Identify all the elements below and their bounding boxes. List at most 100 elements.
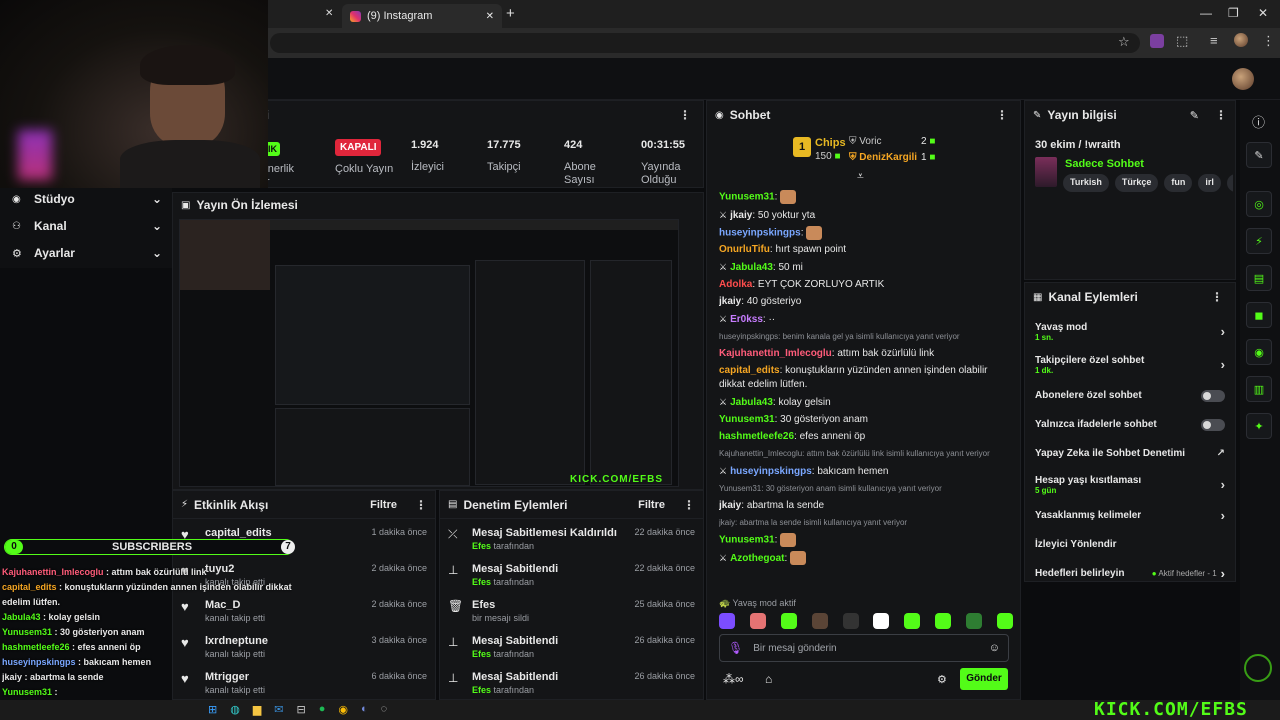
leaderboard-expand-icon[interactable]: ⩡ [857, 169, 864, 184]
stream-info-menu-icon[interactable]: ⋮ [1215, 108, 1227, 122]
store-icon[interactable]: ⊟ [297, 703, 306, 716]
emote-icon[interactable] [780, 613, 797, 629]
chat-message[interactable]: Yunusem31: 30 gösteriyon anam [719, 413, 1013, 427]
chat-username[interactable]: OnurluTifu [719, 244, 770, 255]
moderation-item[interactable]: ⊥ Mesaj Sabitlendi Efes tarafından 26 dakik… [440, 667, 703, 703]
chat-username[interactable]: Jabula43 [730, 262, 773, 273]
chat-menu-icon[interactable]: ⋮ [996, 108, 1008, 122]
channel-action[interactable]: Yasaklanmış kelimeler › [1025, 501, 1235, 530]
chat-message[interactable]: ⚔ Jabula43: 50 mi [719, 260, 1013, 275]
lightning-icon[interactable]: ⚡ [1246, 228, 1272, 254]
channel-action[interactable]: Yalnızca ifadelerle sohbet [1025, 410, 1235, 439]
chat-message[interactable]: ⚔ Azothegoat: [719, 551, 1013, 566]
gift-icon[interactable]: ⌂ [765, 672, 772, 686]
emoji-icon[interactable]: ☺ [989, 642, 1000, 654]
discord-icon[interactable]: ◐ [361, 703, 368, 716]
emote-icon[interactable] [749, 613, 766, 629]
tab-close-icon[interactable]: ✕ [325, 8, 333, 19]
file-explorer-icon[interactable]: ▆ [253, 703, 261, 716]
nav-settings[interactable]: ⚙ Ayarlar ⌄ [12, 246, 162, 260]
moderation-item[interactable]: ⤫ Mesaj Sabitlemesi Kaldırıldı Efes tarafı… [440, 523, 703, 559]
channel-action[interactable]: Hedefleri belirleyin ● Aktif hedefler - 1… [1025, 559, 1235, 588]
chat-message[interactable]: capital_edits: konuştukların yüzünden an… [719, 364, 1013, 392]
chat-username[interactable]: Azothegoat [730, 553, 784, 564]
clipboard-icon[interactable]: ▤ [1246, 265, 1272, 291]
emote-icon[interactable] [811, 613, 828, 629]
pencil-icon[interactable]: ✎ [1246, 142, 1272, 168]
nav-studio[interactable]: ◉ Stüdyo ⌄ [12, 192, 162, 206]
category-thumbnail[interactable] [1035, 157, 1057, 187]
windows-start-icon[interactable]: ⊞ [208, 703, 217, 716]
extensions-puzzle-icon[interactable]: ⬚ [1176, 33, 1188, 49]
channel-action[interactable]: Hesap yaşı kısıtlaması 5 gün › [1025, 468, 1235, 501]
chat-username[interactable]: Er0kss [730, 314, 763, 325]
moderation-menu-icon[interactable]: ⋮ [683, 498, 695, 512]
outlook-icon[interactable]: ✉ [274, 703, 283, 716]
chat-message[interactable]: OnurluTifu: hırt spawn point [719, 243, 1013, 257]
activity-menu-icon[interactable]: ⋮ [415, 498, 427, 512]
chat-message[interactable]: jkaiy: abartma la sende [719, 499, 1013, 513]
browser-menu-icon[interactable]: ⋮ [1262, 33, 1275, 49]
chat-message[interactable]: ⚔ Er0kss: ·· [719, 312, 1013, 327]
chat-settings-icon[interactable]: ⚙ [937, 673, 947, 686]
send-button[interactable]: Gönder [960, 668, 1008, 690]
emote-icon[interactable] [842, 613, 859, 629]
browser-profile-avatar[interactable] [1234, 33, 1248, 47]
minimize-icon[interactable]: — [1200, 6, 1212, 20]
address-bar[interactable] [270, 33, 1140, 53]
stream-tag[interactable]: Turkish [1063, 174, 1109, 192]
channel-action[interactable]: Yapay Zeka ile Sohbet Denetimi ↗ [1025, 439, 1235, 468]
chat-input[interactable]: 🎙 Bir mesaj gönderin ☺ [719, 634, 1009, 662]
emote-icon[interactable] [873, 613, 890, 629]
wrench-icon[interactable]: ✦ [1246, 413, 1272, 439]
category-name[interactable]: Sadece Sohbet [1065, 158, 1144, 170]
chat-message[interactable]: Kajuhanettin_Imlecoglu: attım bak özürlü… [719, 347, 1013, 361]
mic-icon[interactable]: 🎙 [728, 641, 743, 655]
bookmark-star-icon[interactable]: ☆ [1118, 34, 1130, 50]
moderation-item[interactable]: ⊥ Mesaj Sabitlendi Efes tarafından 22 dakik… [440, 559, 703, 595]
emote-icon[interactable] [719, 613, 735, 629]
media-control-icon[interactable]: ≡ [1210, 33, 1218, 48]
spotify-icon[interactable]: ● [319, 703, 326, 716]
moderation-item[interactable]: ⊥ Mesaj Sabitlendi Efes tarafından 26 dakik… [440, 631, 703, 667]
chat-username[interactable]: Kajuhanettin_Imlecoglu [719, 348, 832, 359]
toggle-switch[interactable] [1201, 389, 1225, 402]
chat-message[interactable]: Yunusem31: [719, 190, 1013, 205]
chat-message[interactable]: hashmetleefe26: efes anneni öp [719, 430, 1013, 444]
info-icon[interactable]: ⓘ [1252, 112, 1265, 131]
extension-icon[interactable] [1150, 34, 1164, 48]
channel-action[interactable]: Takipçilere özel sohbet 1 dk. › [1025, 348, 1235, 381]
chat-message[interactable]: Adolka: EYT ÇOK ZORLUYO ARTIK [719, 278, 1013, 292]
chat-username[interactable]: hashmetleefe26 [719, 431, 794, 442]
leaderboard-chips-label[interactable]: Chips [815, 137, 846, 149]
user-avatar[interactable] [1232, 68, 1254, 90]
chat-username[interactable]: Adolka [719, 279, 752, 290]
chat-username[interactable]: Yunusem31 [719, 535, 775, 546]
broadcast-icon[interactable]: ◉ [1246, 339, 1272, 365]
emote-icon[interactable] [904, 613, 921, 629]
new-tab-button[interactable]: + [506, 5, 515, 22]
target-icon[interactable]: ◎ [1246, 191, 1272, 217]
tab-instagram[interactable]: (9) Instagram ✕ [342, 4, 502, 28]
edit-icon[interactable]: ✎ [1190, 109, 1199, 122]
tab-instagram-close-icon[interactable]: ✕ [486, 11, 494, 22]
toggle-switch[interactable] [1201, 418, 1225, 431]
maximize-icon[interactable]: ❐ [1228, 6, 1239, 20]
stream-tag[interactable]: spe [1226, 174, 1233, 192]
stream-tag[interactable]: irl [1198, 174, 1221, 192]
leaderboard-voric[interactable]: ⛨ Voric [849, 136, 882, 147]
stream-tag[interactable]: Türkçe [1114, 174, 1159, 192]
chat-icon[interactable]: ◼ [1246, 302, 1272, 328]
chat-username[interactable]: Yunusem31 [719, 414, 775, 425]
chat-username[interactable]: huseyinpskingps [730, 466, 812, 477]
chat-username[interactable]: jkaiy [730, 210, 752, 221]
chat-message[interactable]: huseyinpskingps: [719, 225, 1013, 241]
chat-message[interactable]: jkaiy: 40 gösteriyo [719, 295, 1013, 309]
chat-username[interactable]: capital_edits [719, 365, 780, 376]
channel-action[interactable]: İzleyici Yönlendir [1025, 530, 1235, 559]
chat-message[interactable]: Yunusem31: [719, 533, 1013, 548]
emote-icon[interactable] [996, 613, 1013, 629]
nav-channel[interactable]: ⚇ Kanal ⌄ [12, 219, 162, 233]
channel-action[interactable]: Yavaş mod 1 sn. › [1025, 315, 1235, 348]
chat-username[interactable]: jkaiy [719, 296, 741, 307]
